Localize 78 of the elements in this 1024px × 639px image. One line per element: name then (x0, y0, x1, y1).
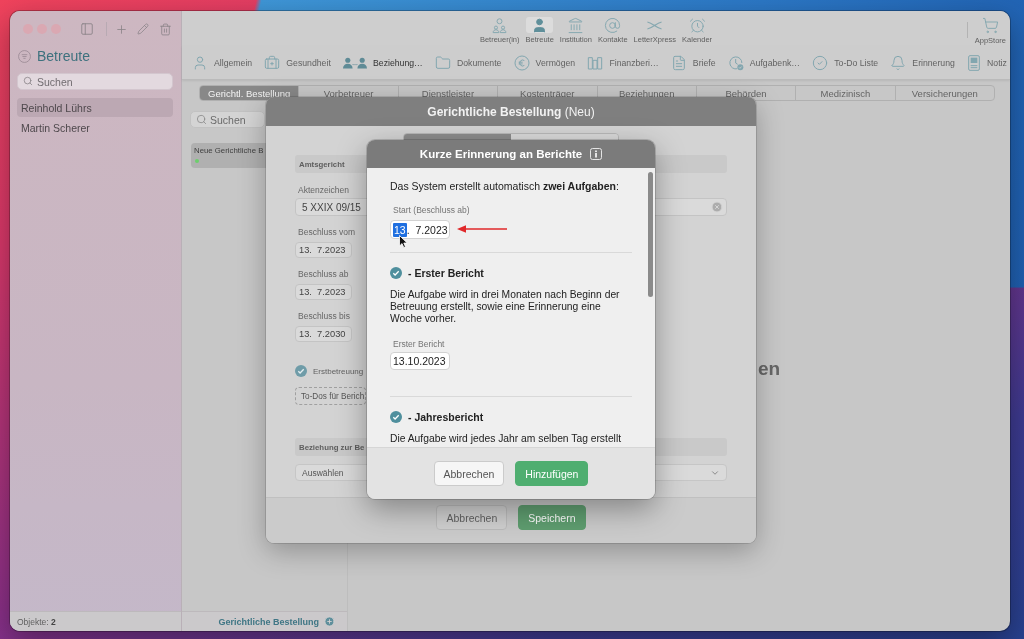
pencil-icon (137, 23, 149, 35)
clear-icon[interactable] (711, 201, 723, 213)
checkbox-label: Erstbetreuung (313, 366, 364, 376)
folder-icon (434, 54, 451, 71)
add-button[interactable] (115, 22, 128, 36)
check-circle-icon (812, 54, 829, 71)
section-tab[interactable]: Vermögen (513, 54, 576, 71)
checkbox[interactable] (390, 267, 402, 279)
edit-button[interactable] (137, 23, 149, 35)
empty-state-text: en (758, 358, 781, 379)
field-label: Start (Beschluss ab) (392, 205, 470, 215)
section-tab[interactable]: Briefe (670, 54, 716, 71)
date-field[interactable]: 13. 7.2023 (295, 284, 352, 300)
medical-case-icon (264, 54, 281, 71)
notepad-icon (967, 54, 982, 71)
two-persons-icon (343, 56, 367, 69)
section-tab[interactable]: To-Do Liste (812, 54, 879, 71)
clock-check-icon (727, 54, 744, 71)
cancel-button[interactable]: Abbrechen (433, 461, 505, 486)
section-tab[interactable]: Dokumente (434, 54, 502, 71)
task-description: Die Aufgabe wird jedes Jahr am selben Tag erstellt (390, 433, 623, 445)
bell-icon (890, 54, 907, 71)
date-field[interactable]: 13. 7.2023 (390, 220, 450, 239)
trash-icon (159, 22, 172, 36)
scrollbar[interactable] (648, 172, 653, 297)
delete-button[interactable] (159, 22, 172, 36)
sidebar-toggle-button[interactable] (80, 22, 94, 36)
task-title: - Jahresbericht (408, 411, 484, 423)
plus-icon (115, 22, 128, 36)
todo-button[interactable]: To-Dos für Berich (295, 387, 366, 405)
info-icon[interactable] (590, 148, 603, 160)
search-field[interactable]: Suchen (190, 111, 265, 128)
list-item[interactable]: Martin Scherer (17, 118, 173, 137)
plus-circle-icon (324, 616, 335, 627)
checkbox[interactable] (390, 411, 402, 423)
cancel-button[interactable]: Abbrechen (436, 505, 508, 530)
list-item[interactable]: Reinhold Lührs (17, 98, 173, 117)
tab[interactable]: Medizinisch (795, 86, 895, 100)
task-title: - Erster Bericht (408, 267, 484, 279)
field-label: Beschluss vom (297, 227, 356, 237)
checkbox[interactable] (295, 365, 307, 377)
tab[interactable]: Versicherungen (894, 86, 994, 100)
document-icon (670, 54, 687, 71)
object-count: Objekte: 2 (17, 616, 56, 627)
field-label: Aktenzeichen (297, 185, 350, 195)
search-icon (23, 76, 33, 86)
task-description: Die Aufgabe wird in drei Monaten nach Beginn der Betreuung erstellt, sowie eine Erinnerung eine Woche vorher. (390, 289, 621, 325)
section-tab[interactable]: Notiz (967, 54, 1007, 71)
mouse-pointer-icon (399, 235, 408, 248)
save-button[interactable]: Speichern (518, 505, 586, 530)
search-icon (196, 114, 207, 125)
section-tab[interactable]: Aufgabenk… (727, 54, 800, 71)
date-field[interactable]: 13. 7.2023 (295, 242, 352, 258)
euro-icon (513, 54, 530, 71)
person-icon (192, 54, 208, 71)
section-tab[interactable]: Erinnerung (890, 54, 955, 71)
sidebar-title: Betreute (37, 47, 90, 65)
section-tab[interactable]: Finanzberi… (587, 54, 659, 71)
tab[interactable]: Gerichtl. Bestellung (200, 86, 299, 100)
sheet-title: Gerichtliche Bestellung (Neu) (427, 104, 595, 119)
search-field[interactable]: Suchen (17, 73, 173, 90)
filter-icon[interactable] (18, 49, 31, 63)
cart-icon (981, 17, 999, 34)
date-field[interactable]: 13. 7.2030 (295, 326, 352, 342)
section-tab[interactable]: Gesundheit (264, 54, 331, 71)
dialog-title: Kurze Erinnerung an Berichte (419, 148, 583, 160)
bar-chart-icon (587, 54, 604, 71)
add-button[interactable]: Gerichtliche Bestellung (218, 616, 335, 627)
field-label: Erster Bericht (392, 339, 445, 349)
add-button[interactable]: Hinzufügen (515, 461, 589, 486)
sidebar-icon (80, 22, 94, 36)
field-label: Beschluss ab (297, 269, 349, 279)
field-label: Beschluss bis (297, 311, 350, 321)
date-field[interactable]: 13.10.2023 (390, 352, 450, 370)
section-tab[interactable]: Beziehung… (343, 56, 423, 69)
arrow-annotation (457, 224, 507, 234)
intro-text: Das System erstellt automatisch zwei Aufgaben: (390, 180, 620, 192)
section-tab[interactable]: Allgemein (192, 54, 253, 71)
